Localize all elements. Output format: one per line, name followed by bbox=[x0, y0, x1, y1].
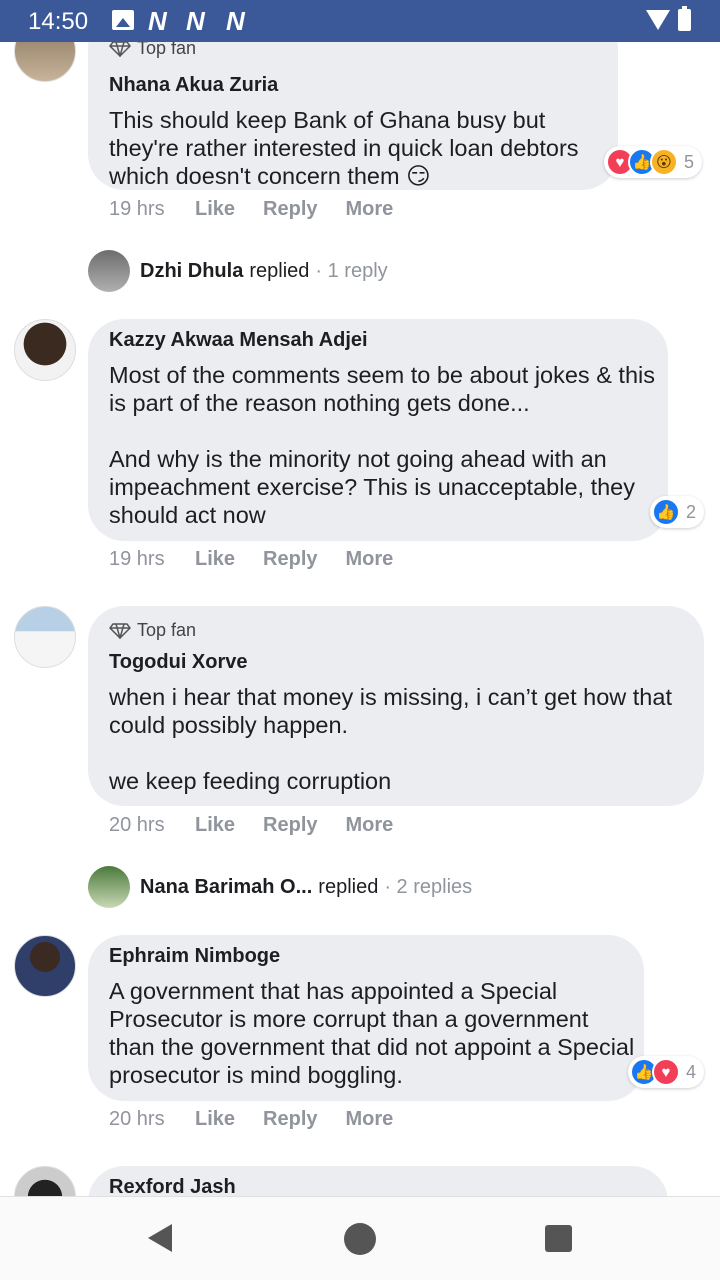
comment-text: Most of the comments seem to be about jo… bbox=[109, 362, 655, 528]
more-button[interactable]: More bbox=[346, 1108, 394, 1131]
reaction-count: 5 bbox=[684, 151, 695, 172]
comment-author[interactable]: Kazzy Akwaa Mensah Adjei bbox=[109, 329, 368, 352]
back-icon[interactable] bbox=[148, 1224, 172, 1252]
comment-author[interactable]: Togodui Xorve bbox=[109, 651, 248, 674]
commenter-avatar[interactable] bbox=[14, 319, 76, 381]
reply-button[interactable]: Reply bbox=[263, 198, 317, 221]
reply-button[interactable]: Reply bbox=[263, 1108, 317, 1131]
replier-name: Nana Barimah O... bbox=[140, 875, 313, 898]
diamond-icon bbox=[109, 622, 131, 639]
reply-count: · 2 replies bbox=[384, 875, 473, 898]
reply-button[interactable]: Reply bbox=[263, 548, 317, 571]
navigation-bar bbox=[0, 1196, 720, 1280]
comment-author[interactable]: Nhana Akua Zuria bbox=[109, 74, 278, 97]
comment-actions: 19 hrs Like Reply More bbox=[109, 548, 421, 571]
comment-bubble: Top fan Togodui Xorve when i hear that m… bbox=[88, 606, 704, 806]
n-notification-icon: N bbox=[148, 6, 167, 36]
commenter-avatar[interactable] bbox=[14, 42, 76, 82]
status-bar: 14:50 N N N bbox=[0, 0, 720, 42]
comment-time: 20 hrs bbox=[109, 1108, 165, 1130]
replier-name: Dzhi Dhula bbox=[140, 259, 244, 282]
n-notification-icon: N bbox=[226, 6, 245, 36]
top-fan-badge: Top fan bbox=[109, 620, 196, 641]
like-button[interactable]: Like bbox=[195, 548, 235, 571]
reaction-summary[interactable]: 👍 2 bbox=[650, 496, 705, 528]
commenter-avatar[interactable] bbox=[14, 1166, 76, 1196]
commenter-avatar[interactable] bbox=[14, 606, 76, 668]
view-replies-link[interactable]: Nana Barimah O... replied · 2 replies bbox=[88, 866, 472, 908]
battery-icon bbox=[678, 6, 691, 31]
more-button[interactable]: More bbox=[346, 548, 394, 571]
comment-text: A government that has appointed a Specia… bbox=[109, 978, 635, 1088]
recent-apps-icon[interactable] bbox=[545, 1225, 572, 1252]
wifi-icon bbox=[646, 10, 670, 30]
n-notification-icon: N bbox=[186, 6, 205, 36]
comment-time: 19 hrs bbox=[109, 198, 165, 220]
comment-bubble: Ephraim Nimboge A government that has ap… bbox=[88, 935, 644, 1101]
comment-time: 20 hrs bbox=[109, 814, 165, 836]
commenter-avatar[interactable] bbox=[14, 935, 76, 997]
status-time: 14:50 bbox=[28, 8, 89, 35]
reply-button[interactable]: Reply bbox=[263, 814, 317, 837]
comment-bubble: Kazzy Akwaa Mensah Adjei Most of the com… bbox=[88, 319, 668, 541]
comment-actions: 20 hrs Like Reply More bbox=[109, 814, 421, 837]
like-button[interactable]: Like bbox=[195, 1108, 235, 1131]
comment-text: This should keep Bank of Ghana busy but … bbox=[109, 107, 579, 189]
love-reaction-icon: ♥ bbox=[652, 1058, 680, 1086]
comment-time: 19 hrs bbox=[109, 548, 165, 570]
reply-count: · 1 reply bbox=[315, 259, 388, 282]
comment-bubble: Rexford Jash bbox=[88, 1166, 668, 1196]
more-button[interactable]: More bbox=[346, 814, 394, 837]
replier-avatar bbox=[88, 866, 130, 908]
like-button[interactable]: Like bbox=[195, 198, 235, 221]
like-button[interactable]: Like bbox=[195, 814, 235, 837]
image-notification-icon bbox=[112, 10, 134, 30]
comment-actions: 19 hrs Like Reply More bbox=[109, 198, 421, 221]
wow-reaction-icon: 😮 bbox=[650, 148, 678, 176]
comments-feed[interactable]: Top fan Nhana Akua Zuria This should kee… bbox=[0, 42, 720, 1196]
reaction-summary[interactable]: ♥ 👍 😮 5 bbox=[604, 146, 703, 178]
comment-author[interactable]: Rexford Jash bbox=[109, 1176, 236, 1196]
comment-bubble: Top fan Nhana Akua Zuria This should kee… bbox=[88, 42, 618, 190]
like-reaction-icon: 👍 bbox=[652, 498, 680, 526]
comment-author[interactable]: Ephraim Nimboge bbox=[109, 945, 280, 968]
more-button[interactable]: More bbox=[346, 198, 394, 221]
reaction-summary[interactable]: 👍 ♥ 4 bbox=[628, 1056, 705, 1088]
reaction-count: 4 bbox=[686, 1061, 697, 1082]
reaction-count: 2 bbox=[686, 501, 697, 522]
comment-text: when i hear that money is missing, i can… bbox=[109, 684, 672, 794]
diamond-icon bbox=[109, 42, 131, 57]
view-replies-link[interactable]: Dzhi Dhula replied · 1 reply bbox=[88, 250, 388, 292]
top-fan-badge: Top fan bbox=[109, 42, 196, 59]
home-icon[interactable] bbox=[344, 1223, 376, 1255]
replier-avatar bbox=[88, 250, 130, 292]
comment-actions: 20 hrs Like Reply More bbox=[109, 1108, 421, 1131]
